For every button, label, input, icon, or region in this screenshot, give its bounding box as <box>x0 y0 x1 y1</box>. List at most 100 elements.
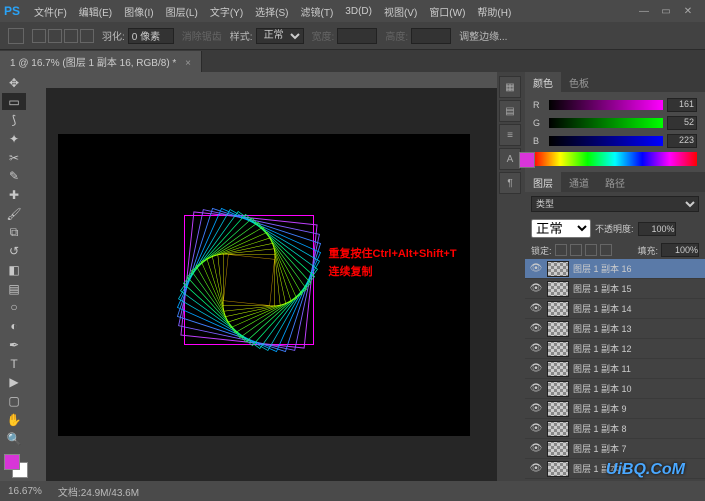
layer-name[interactable]: 图层 1 副本 7 <box>573 442 701 455</box>
lock-position-icon[interactable] <box>585 244 597 256</box>
hand-tool[interactable]: ✋ <box>2 411 26 429</box>
maximize-icon[interactable]: ▭ <box>659 6 673 17</box>
dodge-tool[interactable]: ◐ <box>2 317 26 335</box>
layer-thumbnail[interactable] <box>547 461 569 477</box>
lasso-tool[interactable]: ⟆ <box>2 111 26 129</box>
document-tab[interactable]: 1 @ 16.7% (图层 1 副本 16, RGB/8) * × <box>0 51 202 72</box>
lock-transparency-icon[interactable] <box>555 244 567 256</box>
healing-tool[interactable]: ✚ <box>2 186 26 204</box>
tab-swatches[interactable]: 色板 <box>561 72 597 92</box>
wand-tool[interactable]: ✦ <box>2 130 26 148</box>
layer-thumbnail[interactable] <box>547 341 569 357</box>
color-swatches[interactable] <box>2 452 28 479</box>
lock-all-icon[interactable] <box>600 244 612 256</box>
layer-name[interactable]: 图层 1 副本 13 <box>573 322 701 335</box>
layer-name[interactable]: 图层 1 副本 11 <box>573 362 701 375</box>
visibility-eye-icon[interactable]: 👁 <box>529 283 543 294</box>
menu-edit[interactable]: 编辑(E) <box>73 4 118 19</box>
selection-add-icon[interactable] <box>48 29 62 43</box>
opacity-input[interactable] <box>638 222 676 236</box>
properties-panel-icon[interactable]: ≡ <box>499 124 521 146</box>
layer-row[interactable]: 👁 图层 1 副本 10 <box>525 379 705 399</box>
refine-edge-button[interactable]: 调整边缘... <box>459 28 507 43</box>
g-slider[interactable] <box>549 118 663 128</box>
tab-paths[interactable]: 路径 <box>597 172 633 192</box>
menu-3d[interactable]: 3D(D) <box>339 6 378 17</box>
menu-window[interactable]: 窗口(W) <box>423 4 471 19</box>
layer-thumbnail[interactable] <box>547 361 569 377</box>
selection-intersect-icon[interactable] <box>80 29 94 43</box>
menu-layer[interactable]: 图层(L) <box>160 4 204 19</box>
menu-view[interactable]: 视图(V) <box>378 4 423 19</box>
eyedropper-tool[interactable]: ✎ <box>2 168 26 186</box>
layer-row[interactable]: 👁 图层 1 副本 15 <box>525 279 705 299</box>
tab-color[interactable]: 颜色 <box>525 72 561 92</box>
r-value[interactable]: 161 <box>667 98 697 112</box>
menu-help[interactable]: 帮助(H) <box>471 4 517 19</box>
layer-thumbnail[interactable] <box>547 441 569 457</box>
ruler-horizontal[interactable] <box>46 72 497 88</box>
history-brush-tool[interactable]: ↺ <box>2 242 26 260</box>
visibility-eye-icon[interactable]: 👁 <box>529 443 543 454</box>
layer-row[interactable]: 👁 图层 1 副本 12 <box>525 339 705 359</box>
visibility-eye-icon[interactable]: 👁 <box>529 463 543 474</box>
character-panel-icon[interactable]: A <box>499 148 521 170</box>
visibility-eye-icon[interactable]: 👁 <box>529 343 543 354</box>
layer-name[interactable]: 图层 1 副本 15 <box>573 282 701 295</box>
width-input[interactable] <box>337 28 377 44</box>
style-select[interactable]: 正常 <box>256 28 304 44</box>
crop-tool[interactable]: ✂ <box>2 149 26 167</box>
layer-name[interactable]: 图层 1 副本 8 <box>573 422 701 435</box>
ruler-vertical[interactable] <box>30 72 46 481</box>
zoom-level[interactable]: 16.67% <box>8 486 42 497</box>
type-tool[interactable]: T <box>2 355 26 373</box>
document-canvas[interactable]: 重复按住Ctrl+Alt+Shift+T 连续复制 <box>59 135 469 435</box>
layer-thumbnail[interactable] <box>547 281 569 297</box>
feather-input[interactable] <box>128 28 174 44</box>
close-icon[interactable]: ✕ <box>681 6 695 17</box>
brush-tool[interactable]: 🖌 <box>2 205 26 223</box>
menu-select[interactable]: 选择(S) <box>249 4 294 19</box>
path-select-tool[interactable]: ▶ <box>2 374 26 392</box>
anti-alias-label[interactable]: 消除锯齿 <box>182 28 222 43</box>
fill-input[interactable] <box>661 243 699 257</box>
paragraph-panel-icon[interactable]: ¶ <box>499 172 521 194</box>
layer-thumbnail[interactable] <box>547 381 569 397</box>
layer-name[interactable]: 图层 1 副本 12 <box>573 342 701 355</box>
layer-thumbnail[interactable] <box>547 321 569 337</box>
layer-filter-kind[interactable]: 类型 <box>531 196 699 212</box>
menu-file[interactable]: 文件(F) <box>28 4 73 19</box>
visibility-eye-icon[interactable]: 👁 <box>529 383 543 394</box>
layer-row[interactable]: 👁 图层 1 副本 8 <box>525 419 705 439</box>
gradient-tool[interactable]: ▤ <box>2 280 26 298</box>
layer-name[interactable]: 图层 1 副本 14 <box>573 302 701 315</box>
r-slider[interactable] <box>549 100 663 110</box>
tab-channels[interactable]: 通道 <box>561 172 597 192</box>
b-slider[interactable] <box>549 136 663 146</box>
blur-tool[interactable]: ○ <box>2 299 26 317</box>
layer-name[interactable]: 图层 1 副本 10 <box>573 382 701 395</box>
visibility-eye-icon[interactable]: 👁 <box>529 323 543 334</box>
g-value[interactable]: 52 <box>667 116 697 130</box>
layer-thumbnail[interactable] <box>547 401 569 417</box>
spectrum-ramp[interactable] <box>533 152 697 166</box>
layer-thumbnail[interactable] <box>547 421 569 437</box>
layer-thumbnail[interactable] <box>547 261 569 277</box>
tab-layers[interactable]: 图层 <box>525 172 561 192</box>
layer-row[interactable]: 👁 图层 1 副本 14 <box>525 299 705 319</box>
eraser-tool[interactable]: ◧ <box>2 261 26 279</box>
visibility-eye-icon[interactable]: 👁 <box>529 403 543 414</box>
height-input[interactable] <box>411 28 451 44</box>
blend-mode-select[interactable]: 正常 <box>531 219 591 238</box>
pen-tool[interactable]: ✒ <box>2 336 26 354</box>
marquee-tool[interactable]: ▭ <box>2 93 26 111</box>
b-value[interactable]: 223 <box>667 134 697 148</box>
layer-row[interactable]: 👁 图层 1 副本 7 <box>525 439 705 459</box>
selection-new-icon[interactable] <box>32 29 46 43</box>
menu-filter[interactable]: 滤镜(T) <box>295 4 340 19</box>
layer-row[interactable]: 👁 图层 1 副本 9 <box>525 399 705 419</box>
layer-thumbnail[interactable] <box>547 301 569 317</box>
layer-row[interactable]: 👁 图层 1 副本 11 <box>525 359 705 379</box>
layer-name[interactable]: 图层 1 副本 9 <box>573 402 701 415</box>
visibility-eye-icon[interactable]: 👁 <box>529 423 543 434</box>
